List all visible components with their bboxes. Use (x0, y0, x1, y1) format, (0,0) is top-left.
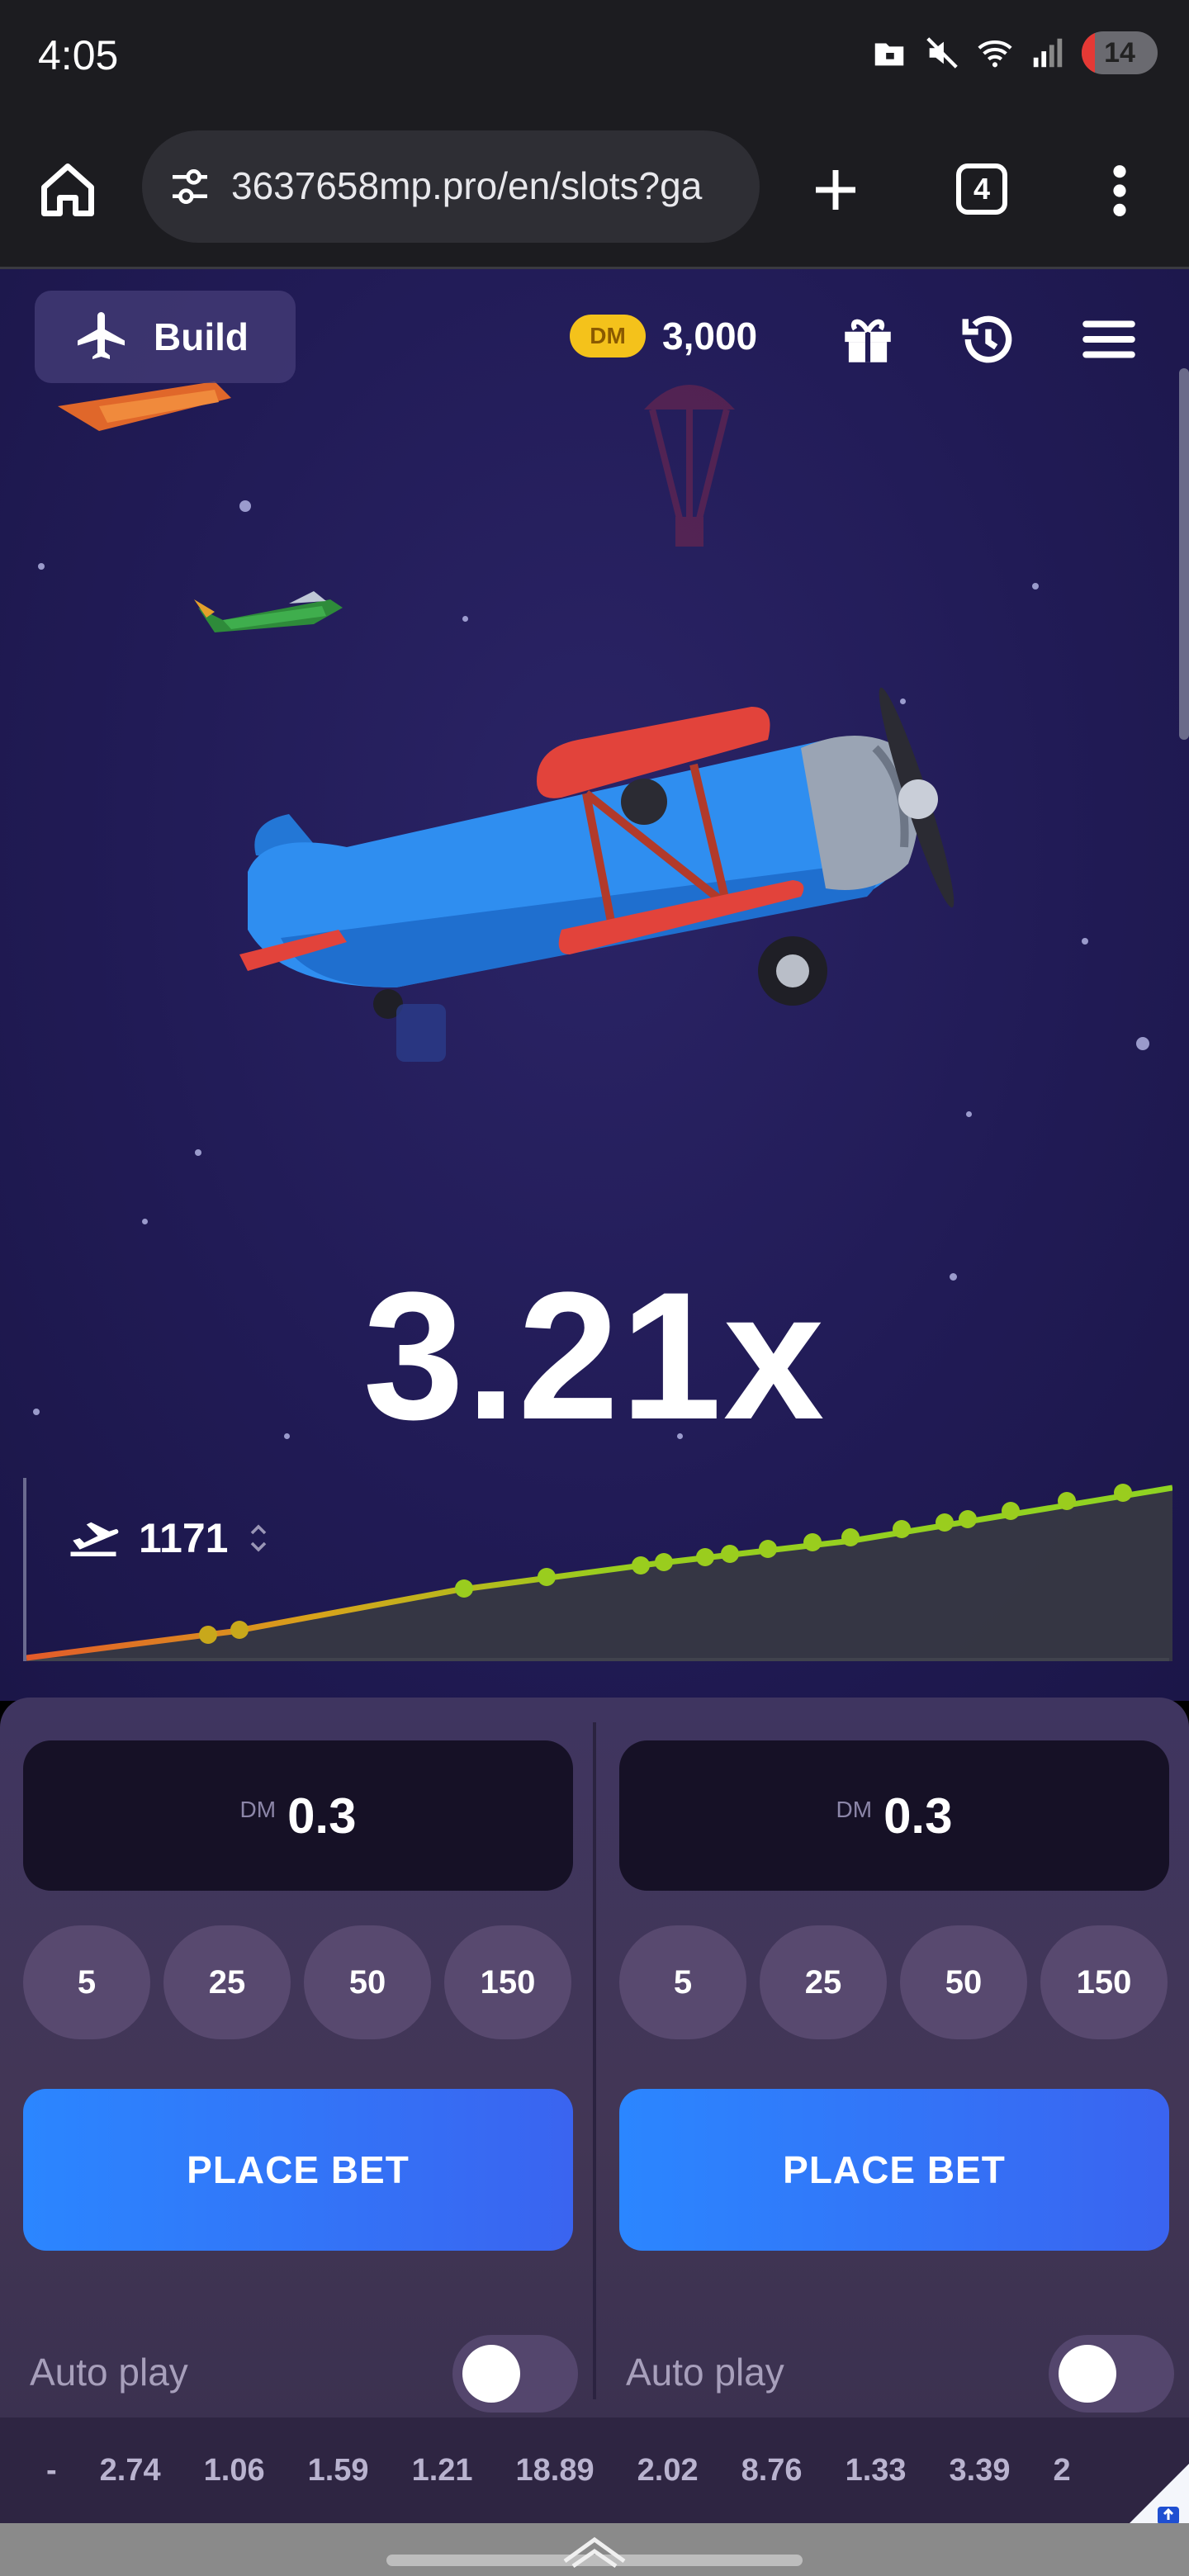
bet-currency: DM (239, 1797, 277, 1822)
scrollbar[interactable] (1179, 368, 1189, 740)
bet-panel: DM 0.3 5 25 50 150 PLACE BET Auto play D… (0, 1698, 1189, 2417)
chip-5[interactable]: 5 (23, 1925, 150, 2039)
history-item: 8.76 (741, 2452, 803, 2488)
history-item: - (46, 2452, 57, 2488)
home-icon[interactable] (36, 159, 99, 221)
panel-divider (593, 1722, 596, 2399)
wifi-icon (978, 40, 1012, 68)
battery-level: 14 (1104, 36, 1135, 69)
place-bet-button[interactable]: PLACE BET (23, 2089, 573, 2251)
bet-amount-value[interactable]: 0.3 (287, 1788, 356, 1844)
altitude-graph: 1171 (23, 1478, 1172, 1661)
history-item: 1.33 (845, 2452, 907, 2488)
history-item: 18.89 (515, 2452, 594, 2488)
star (462, 616, 468, 622)
auto-play-row: Auto play (30, 2335, 578, 2416)
chip-5[interactable]: 5 (619, 1925, 746, 2039)
history-item: 1.06 (203, 2452, 265, 2488)
altitude-readout: 1171 (66, 1514, 271, 1562)
toggle-knob (1059, 2345, 1116, 2403)
toggle-knob (462, 2345, 520, 2403)
currency-badge: DM (570, 315, 646, 358)
chip-150[interactable]: 150 (1040, 1925, 1168, 2039)
chip-50[interactable]: 50 (304, 1925, 431, 2039)
build-label: Build (154, 315, 249, 358)
star (142, 1219, 148, 1224)
multiplier-history: - 2.74 1.06 1.59 1.21 18.89 2.02 8.76 1.… (0, 2417, 1189, 2523)
history-item: 2.74 (99, 2452, 161, 2488)
auto-play-toggle[interactable] (452, 2335, 578, 2413)
takeoff-icon (70, 1522, 119, 1556)
star (1082, 938, 1088, 945)
auto-play-toggle[interactable] (1049, 2335, 1174, 2413)
background-plane-orange (58, 381, 231, 431)
new-tab-icon[interactable] (809, 163, 862, 216)
history-item: 3.39 (949, 2452, 1011, 2488)
balance-value: 3,000 (662, 315, 758, 358)
build-button[interactable]: Build (35, 291, 296, 383)
auto-play-row: Auto play (626, 2335, 1174, 2416)
url-text[interactable]: 3637658mp.pro/en/slots?ga (231, 163, 743, 208)
bet-slot-2: DM 0.3 5 25 50 150 PLACE BET Auto play (619, 1698, 1174, 2417)
bet-amount-input[interactable]: DM 0.3 (23, 1740, 573, 1891)
more-menu-icon[interactable] (1105, 162, 1135, 220)
mute-icon (926, 37, 958, 69)
history-item: 1.21 (411, 2452, 473, 2488)
history-item: 2.02 (637, 2452, 699, 2488)
status-bar: 4:05 14 (0, 0, 1189, 116)
gesture-nav-bar (0, 2523, 1189, 2576)
address-bar[interactable]: 3637658mp.pro/en/slots?ga (142, 130, 760, 243)
battery-indicator: 14 (1082, 31, 1158, 74)
star (195, 1149, 201, 1156)
star (1136, 1037, 1149, 1050)
tab-switcher-button[interactable]: 4 (956, 163, 1007, 215)
background-parachute (644, 385, 735, 547)
biplane-illustration (239, 687, 955, 1062)
background-plane-green (194, 591, 343, 632)
gift-icon[interactable] (837, 309, 898, 370)
status-icons: 14 (870, 31, 1158, 74)
history-icon[interactable] (958, 309, 1019, 370)
sort-arrows-icon[interactable] (246, 1522, 271, 1555)
balance-display: DM 3,000 (570, 314, 757, 358)
lock-folder-icon (874, 43, 904, 66)
star (239, 500, 251, 512)
star (38, 563, 45, 570)
auto-play-label: Auto play (626, 2351, 784, 2394)
history-item: 1.59 (307, 2452, 369, 2488)
bet-currency: DM (836, 1797, 873, 1822)
chip-150[interactable]: 150 (444, 1925, 571, 2039)
bet-slot-1: DM 0.3 5 25 50 150 PLACE BET Auto play (23, 1698, 578, 2417)
history-item: 2 (1053, 2452, 1071, 2488)
airplane-icon (78, 312, 125, 359)
altitude-value: 1171 (139, 1515, 229, 1561)
multiplier-display: 3.21x (362, 1254, 827, 1457)
chevron-up-icon[interactable] (553, 2528, 636, 2568)
browser-toolbar: 3637658mp.pro/en/slots?ga 4 (0, 116, 1189, 269)
star (1032, 583, 1039, 590)
site-settings-icon[interactable] (167, 163, 213, 210)
signal-icon (1033, 38, 1063, 68)
place-bet-button[interactable]: PLACE BET (619, 2089, 1169, 2251)
flight-curve (26, 1484, 1172, 1661)
chip-25[interactable]: 25 (760, 1925, 887, 2039)
quick-amount-chips: 5 25 50 150 (619, 1925, 1169, 2039)
bet-amount-input[interactable]: DM 0.3 (619, 1740, 1169, 1891)
quick-amount-chips: 5 25 50 150 (23, 1925, 573, 2039)
chip-50[interactable]: 50 (900, 1925, 1027, 2039)
game-area: Build DM 3,000 3.21x 1171 (0, 269, 1189, 1701)
bet-amount-value[interactable]: 0.3 (883, 1788, 952, 1844)
auto-play-label: Auto play (30, 2351, 188, 2394)
status-time: 4:05 (38, 32, 119, 78)
chip-25[interactable]: 25 (163, 1925, 291, 2039)
hamburger-menu-icon[interactable] (1078, 309, 1139, 370)
